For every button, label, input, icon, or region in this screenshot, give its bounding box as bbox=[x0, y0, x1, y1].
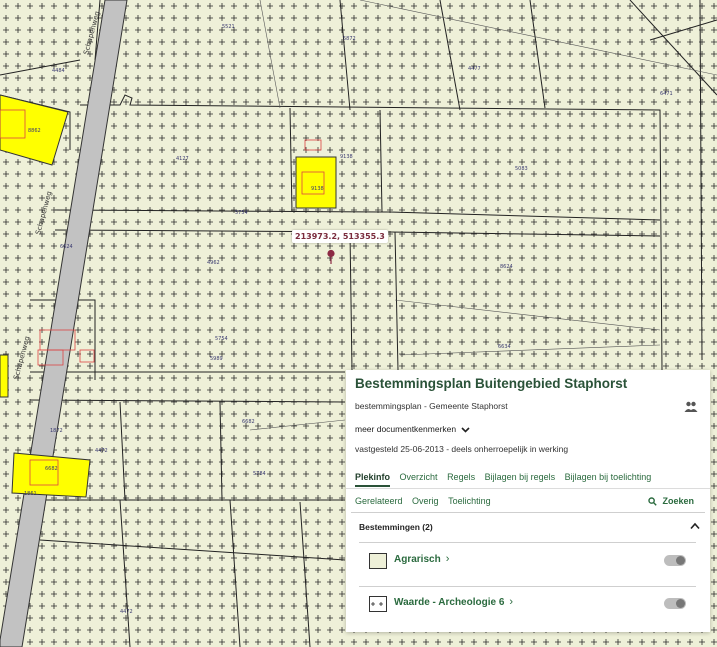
tab-bijlagen-bij-regels[interactable]: Bijlagen bij regels bbox=[485, 472, 556, 482]
svg-text:4127: 4127 bbox=[176, 156, 189, 162]
tab-overig[interactable]: Overig bbox=[412, 496, 439, 506]
tabs-row-1: Plekinfo Overzicht Regels Bijlagen bij r… bbox=[355, 472, 658, 488]
svg-text:8862: 8862 bbox=[28, 128, 41, 134]
svg-text:8624: 8624 bbox=[500, 264, 513, 270]
agrarisch-link[interactable]: Agrarisch › bbox=[394, 553, 449, 565]
svg-text:1861: 1861 bbox=[24, 491, 37, 497]
waarde-archeologie-label: Waarde - Archeologie 6 bbox=[394, 597, 505, 608]
info-panel: Bestemmingsplan Buitengebied Staphorst b… bbox=[346, 370, 710, 632]
tabs-divider bbox=[346, 488, 710, 489]
section-divider bbox=[351, 512, 705, 513]
svg-text:9138: 9138 bbox=[340, 154, 353, 160]
tab-regels[interactable]: Regels bbox=[447, 472, 475, 482]
more-docs-label: meer documentkenmerken bbox=[355, 424, 457, 434]
plan-subtitle: bestemmingsplan - Gemeente Staphorst bbox=[355, 401, 508, 411]
svg-text:4477: 4477 bbox=[468, 66, 481, 72]
svg-text:1872: 1872 bbox=[50, 428, 63, 434]
tabs-row-2: Gerelateerd Overig Toelichting bbox=[355, 496, 498, 512]
tab-bijlagen-bij-toelichting[interactable]: Bijlagen bij toelichting bbox=[565, 472, 652, 482]
chevron-right-icon: › bbox=[445, 553, 450, 565]
svg-text:4472: 4472 bbox=[120, 609, 133, 615]
list-divider bbox=[359, 542, 696, 543]
toggle-knob bbox=[676, 556, 685, 565]
svg-text:4472: 4472 bbox=[95, 448, 108, 454]
svg-text:5754: 5754 bbox=[215, 336, 228, 342]
list-item-agrarisch: Agrarisch › bbox=[359, 544, 696, 584]
svg-text:5083: 5083 bbox=[515, 166, 528, 172]
svg-text:5521: 5521 bbox=[222, 24, 235, 30]
coordinate-readout: 213973.2, 513355.3 bbox=[292, 230, 388, 243]
waarde-archeologie-link[interactable]: Waarde - Archeologie 6 › bbox=[394, 596, 513, 608]
tab-toelichting[interactable]: Toelichting bbox=[448, 496, 491, 506]
svg-text:5754: 5754 bbox=[235, 210, 248, 216]
svg-text:5784: 5784 bbox=[253, 471, 266, 477]
more-document-properties-toggle[interactable]: meer documentkenmerken bbox=[355, 424, 471, 434]
svg-text:6471: 6471 bbox=[660, 91, 673, 97]
svg-text:4962: 4962 bbox=[207, 260, 220, 266]
tab-plekinfo[interactable]: Plekinfo bbox=[355, 472, 391, 487]
svg-text:6682: 6682 bbox=[45, 466, 58, 472]
svg-text:9138: 9138 bbox=[311, 186, 324, 192]
chevron-right-icon: › bbox=[509, 596, 514, 608]
waarde-archeologie-legend-swatch bbox=[369, 596, 387, 612]
list-item-waarde-archeologie-6: Waarde - Archeologie 6 › bbox=[359, 586, 696, 627]
tab-gerelateerd[interactable]: Gerelateerd bbox=[355, 496, 403, 506]
search-label: Zoeken bbox=[662, 496, 694, 506]
chevron-down-icon bbox=[461, 427, 471, 433]
svg-text:5872: 5872 bbox=[343, 36, 356, 42]
chevron-up-icon[interactable] bbox=[690, 522, 700, 530]
agrarisch-legend-swatch bbox=[369, 553, 387, 569]
bestemmingen-header: Bestemmingen (2) bbox=[359, 522, 433, 532]
search-icon bbox=[648, 497, 658, 506]
plan-status: vastgesteld 25-06-2013 - deels onherroep… bbox=[355, 444, 569, 454]
tab-overzicht[interactable]: Overzicht bbox=[400, 472, 438, 482]
toggle-knob bbox=[676, 599, 685, 608]
svg-text:6624: 6624 bbox=[60, 244, 73, 250]
agrarisch-visibility-toggle[interactable] bbox=[664, 555, 686, 566]
waarde-archeologie-visibility-toggle[interactable] bbox=[664, 598, 686, 609]
svg-text:6634: 6634 bbox=[498, 344, 511, 350]
plan-title: Bestemmingsplan Buitengebied Staphorst bbox=[355, 376, 628, 391]
agrarisch-label: Agrarisch bbox=[394, 554, 441, 565]
location-pin-icon bbox=[327, 249, 335, 264]
svg-text:4484: 4484 bbox=[52, 68, 65, 74]
svg-text:5989: 5989 bbox=[210, 356, 223, 362]
search-button[interactable]: Zoeken bbox=[648, 496, 694, 506]
people-icon[interactable] bbox=[684, 401, 698, 413]
svg-text:6682: 6682 bbox=[242, 419, 255, 425]
